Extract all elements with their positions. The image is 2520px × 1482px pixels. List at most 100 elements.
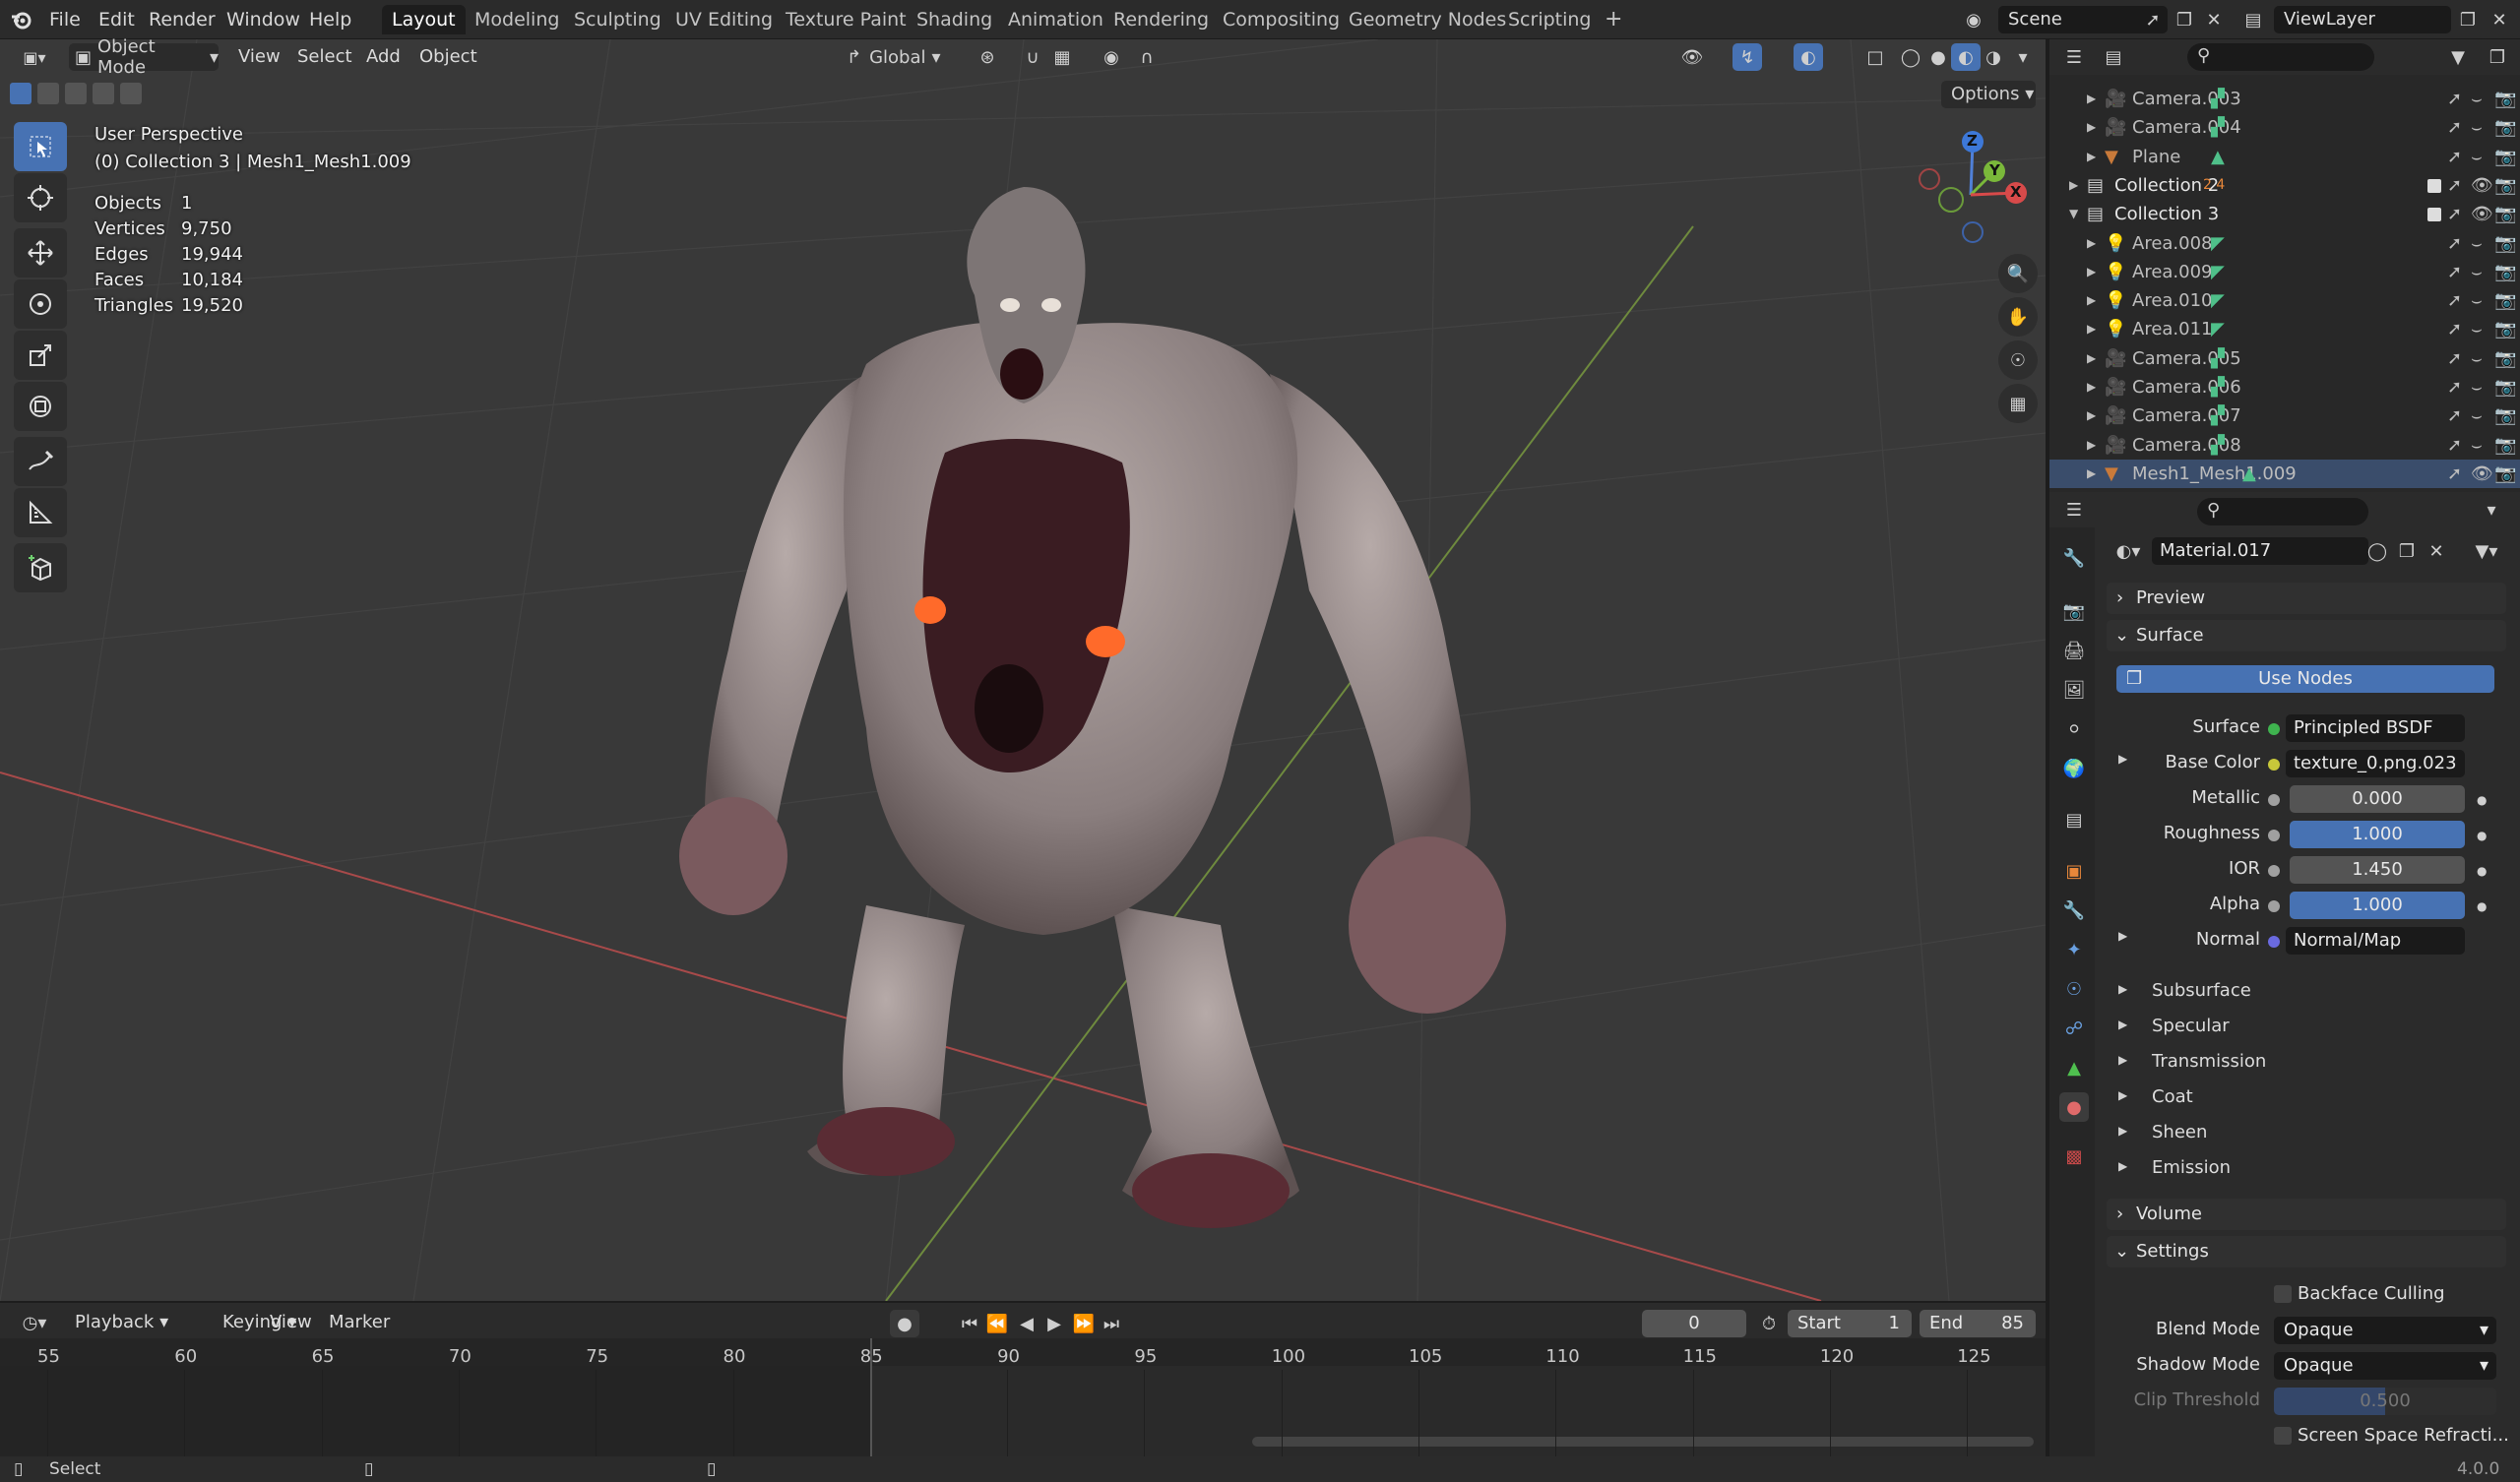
chevron-right-icon[interactable]: ▶ [2087, 460, 2096, 488]
physics-tab-icon[interactable]: ☉ [2059, 974, 2089, 1004]
outliner-row[interactable]: ▶ 💡 Area.008 ◤ ➚ ⌣ 📷 [2049, 229, 2520, 258]
cursor-tool[interactable] [14, 173, 67, 222]
tab-texture-paint[interactable]: Texture Paint [776, 5, 916, 34]
outliner-row[interactable]: ▶ ▼ Plane ▲ ➚ ⌣ 📷 [2049, 143, 2520, 171]
include-checkbox[interactable] [2427, 178, 2441, 193]
eye-icon[interactable]: ⌣ [2471, 113, 2483, 142]
chevron-right-icon[interactable]: ▶ [2087, 401, 2096, 430]
node-filter-icon[interactable]: ▼▾ [2467, 537, 2506, 565]
properties-options-icon[interactable]: ▾ [2477, 496, 2506, 524]
eye-icon[interactable]: 👁 [2471, 200, 2493, 228]
texture-tab-icon[interactable]: ▩ [2059, 1142, 2089, 1171]
tab-scripting[interactable]: Scripting [1498, 5, 1602, 34]
transform-tool[interactable] [14, 382, 67, 431]
select-arrow-icon[interactable]: ➚ [2447, 200, 2462, 228]
viewport-menu-view[interactable]: View [228, 43, 290, 71]
3d-viewport[interactable] [0, 39, 2046, 1301]
outliner-row[interactable]: ▶ 🎥 Camera.008 ▞ ➚ ⌣ 📷 [2049, 431, 2520, 460]
eye-icon[interactable]: ⌣ [2471, 373, 2483, 401]
xray-icon[interactable]: □ [1860, 43, 1890, 71]
rotate-tool[interactable] [14, 279, 67, 329]
render-camera-icon[interactable]: 📷 [2494, 171, 2516, 200]
chevron-right-icon[interactable]: ▶ [2087, 286, 2096, 315]
material-name-field[interactable]: Material.017 [2152, 537, 2368, 565]
scale-tool[interactable] [14, 331, 67, 380]
eye-icon[interactable]: ⌣ [2471, 431, 2483, 460]
unlink-material-icon[interactable]: ✕ [2422, 537, 2451, 565]
record-icon[interactable]: ● [890, 1310, 919, 1337]
select-arrow-icon[interactable]: ➚ [2447, 229, 2462, 258]
render-camera-icon[interactable]: 📷 [2494, 286, 2516, 315]
render-camera-icon[interactable]: 📷 [2494, 143, 2516, 171]
end-frame-field[interactable]: End 85 [1920, 1310, 2036, 1337]
view-layer-field[interactable]: ViewLayer [2274, 6, 2451, 33]
socket-dot-icon[interactable] [2268, 865, 2280, 877]
viewport-menu-add[interactable]: Add [356, 43, 410, 71]
value-slider[interactable]: 1.000 [2290, 821, 2465, 848]
tab-layout[interactable]: Layout [382, 5, 466, 34]
render-camera-icon[interactable]: 📷 [2494, 460, 2516, 488]
keyframe-dot-icon[interactable]: ● [2477, 829, 2487, 842]
display-mode-icon[interactable]: ▤ [2099, 43, 2128, 71]
chevron-right-icon[interactable]: ▶ [2087, 229, 2096, 258]
material-browse-icon[interactable]: ◐▾ [2107, 537, 2150, 565]
eye-icon[interactable]: ⌣ [2471, 143, 2483, 171]
timeline-menu-marker[interactable]: Marker [319, 1309, 400, 1336]
particles-tab-icon[interactable]: ✦ [2059, 935, 2089, 964]
blend-mode-dropdown[interactable]: Opaque ▾ [2274, 1317, 2496, 1344]
select-arrow-icon[interactable]: ➚ [2447, 143, 2462, 171]
material-shading-icon[interactable]: ◐ [1951, 43, 1981, 71]
eye-icon[interactable]: ⌣ [2471, 258, 2483, 286]
tab-compositing[interactable]: Compositing [1213, 5, 1350, 34]
new-scene-icon[interactable]: ❐ [2170, 6, 2199, 33]
scene-tab-icon[interactable]: ⚪ [2059, 714, 2089, 744]
outliner-row[interactable]: ▶ 💡 Area.010 ◤ ➚ ⌣ 📷 [2049, 286, 2520, 315]
select-arrow-icon[interactable]: ➚ [2447, 315, 2462, 343]
select-arrow-icon[interactable]: ➚ [2447, 344, 2462, 373]
move-tool[interactable] [14, 228, 67, 278]
socket-dot-icon[interactable] [2268, 759, 2280, 771]
next-keyframe-icon[interactable]: ⏩ [1069, 1310, 1099, 1337]
keyframe-dot-icon[interactable]: ● [2477, 899, 2487, 913]
new-view-layer-icon[interactable]: ❐ [2453, 6, 2483, 33]
settings-panel-header[interactable]: ⌄ Settings [2107, 1236, 2506, 1267]
output-tab-icon[interactable]: 🖨 [2059, 636, 2089, 665]
outliner-row[interactable]: ▶ ▤ Collection 22 4 ➚ 👁 📷 [2049, 171, 2520, 200]
chevron-right-icon[interactable]: ▶ [2087, 315, 2096, 343]
surface-panel-header[interactable]: ⌄ Surface [2107, 620, 2506, 651]
tab-geometry-nodes[interactable]: Geometry Nodes [1339, 5, 1516, 34]
frame-ruler[interactable] [0, 1338, 2046, 1366]
render-camera-icon[interactable]: 📷 [2494, 113, 2516, 142]
chevron-right-icon[interactable]: ▶ [2087, 258, 2096, 286]
render-camera-icon[interactable]: 📷 [2494, 344, 2516, 373]
chevron-right-icon[interactable]: ▶ [2087, 431, 2096, 460]
socket-dot-icon[interactable] [2268, 830, 2280, 841]
keyframe-dot-icon[interactable]: ● [2477, 793, 2487, 807]
preview-panel-header[interactable]: › Preview [2107, 583, 2506, 614]
add-cube-tool[interactable] [14, 543, 67, 592]
chevron-right-icon[interactable]: ▶ [2118, 1159, 2127, 1173]
eye-icon[interactable]: 👁 [2471, 460, 2493, 488]
snap-icon[interactable]: ∪ [1018, 43, 1047, 71]
render-camera-icon[interactable]: 📷 [2494, 229, 2516, 258]
world-tab-icon[interactable]: 🌍 [2059, 754, 2089, 783]
chevron-right-icon[interactable]: ▶ [2087, 373, 2096, 401]
chevron-right-icon[interactable]: ▶ [2087, 344, 2096, 373]
chevron-right-icon[interactable]: ▶ [2087, 85, 2096, 113]
play-reverse-icon[interactable]: ◀ [1012, 1310, 1041, 1337]
outliner-row[interactable]: ▶ 🎥 Camera.004 ▞ ➚ ⌣ 📷 [2049, 113, 2520, 142]
timeline-menu-view[interactable]: View [260, 1309, 322, 1336]
outliner-row[interactable]: ▶ 🎥 Camera.005 ▞ ➚ ⌣ 📷 [2049, 344, 2520, 373]
properties-editor-type-icon[interactable]: ☰ [2059, 496, 2089, 524]
view-layer-tab-icon[interactable]: 🖼 [2059, 675, 2089, 705]
gizmo-toggle-icon[interactable]: ↯ [1732, 43, 1762, 71]
tab-sculpting[interactable]: Sculpting [564, 5, 671, 34]
render-camera-icon[interactable]: 📷 [2494, 315, 2516, 343]
select-arrow-icon[interactable]: ➚ [2447, 431, 2462, 460]
viewport-menu-object[interactable]: Object [410, 43, 487, 71]
tool-tab-icon[interactable]: 🔧 [2059, 543, 2089, 573]
current-frame-field[interactable]: 0 [1642, 1310, 1746, 1337]
keyframe-dot-icon[interactable]: ● [2477, 864, 2487, 878]
socket-dot-icon[interactable] [2268, 936, 2280, 948]
socket-dot-icon[interactable] [2268, 794, 2280, 806]
